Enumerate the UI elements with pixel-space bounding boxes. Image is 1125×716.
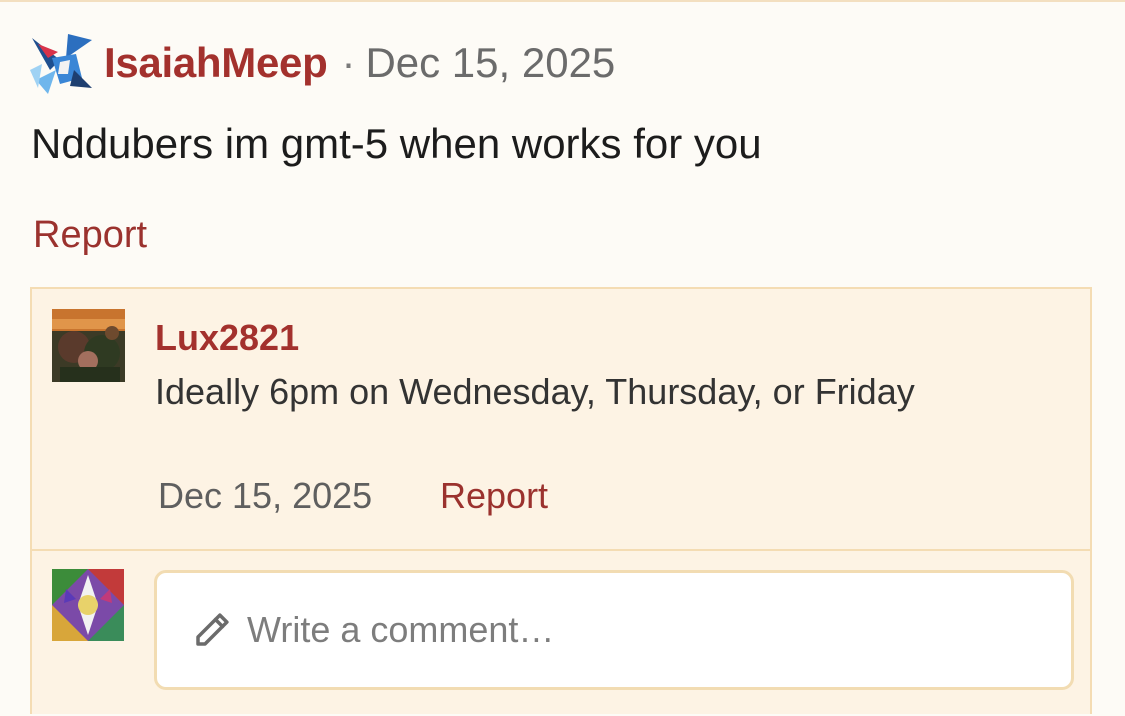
reply-item: Lux2821 Ideally 6pm on Wednesday, Thursd… <box>32 289 1092 549</box>
comment-input[interactable]: Write a comment… <box>154 570 1074 690</box>
author-name[interactable]: IsaiahMeep <box>104 39 328 87</box>
post-header: IsaiahMeep · Dec 15, 2025 <box>30 30 615 96</box>
comment-placeholder: Write a comment… <box>247 609 555 650</box>
current-user-avatar <box>52 569 124 641</box>
comment-post: IsaiahMeep · Dec 15, 2025 Nddubers im gm… <box>0 0 1125 714</box>
post-date: Dec 15, 2025 <box>365 39 616 86</box>
author-avatar[interactable] <box>30 30 94 96</box>
reply-date: Dec 15, 2025 <box>158 475 373 516</box>
reply-text: Ideally 6pm on Wednesday, Thursday, or F… <box>155 371 915 412</box>
post-body: Nddubers im gmt-5 when works for you <box>31 120 762 167</box>
reply-author-avatar[interactable] <box>52 309 125 382</box>
meta-separator: · <box>341 39 356 86</box>
comment-composer: Write a comment… <box>32 551 1092 716</box>
replies-section: Lux2821 Ideally 6pm on Wednesday, Thursd… <box>30 287 1092 714</box>
post-report-link[interactable]: Report <box>33 214 147 257</box>
reply-author-name[interactable]: Lux2821 <box>155 317 299 359</box>
reply-report-link[interactable]: Report <box>440 475 548 517</box>
pencil-icon <box>191 609 233 651</box>
